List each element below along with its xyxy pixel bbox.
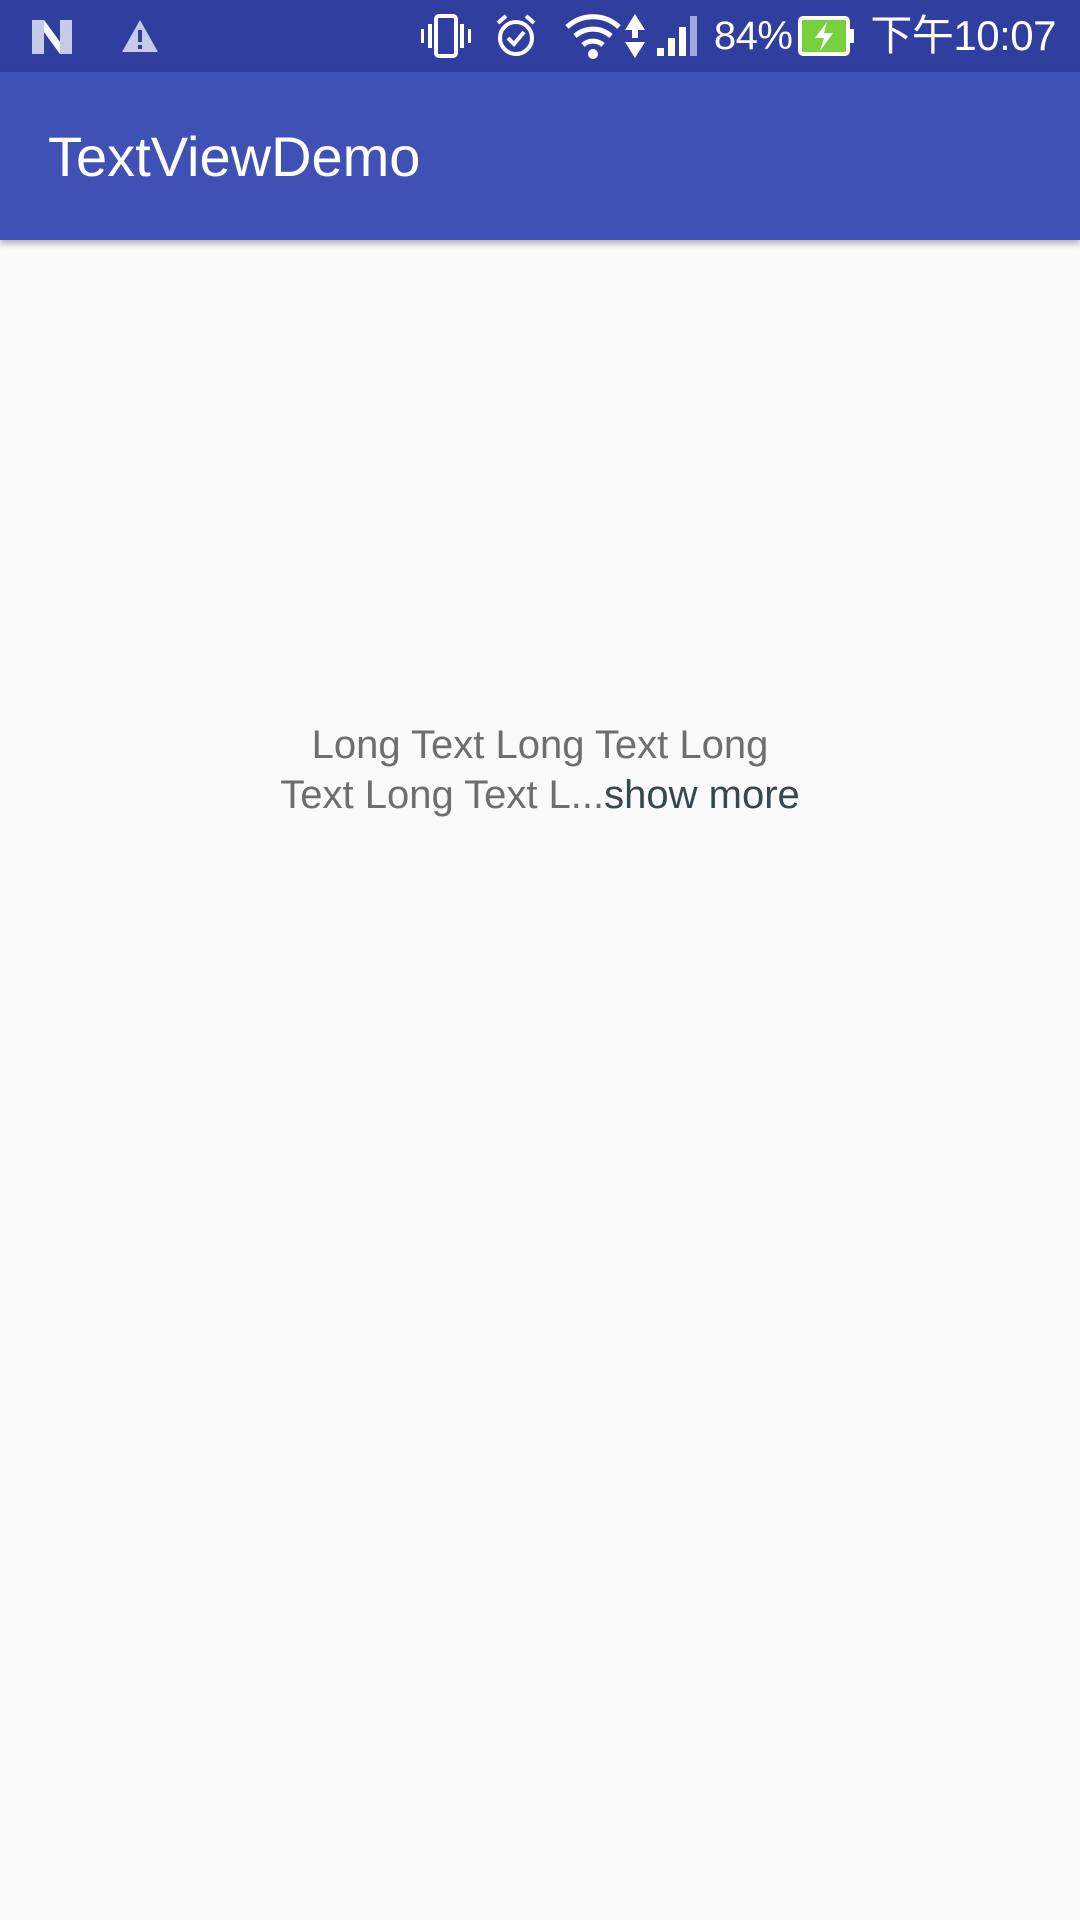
vibrate-icon (420, 14, 472, 58)
status-left-icons (30, 0, 160, 72)
text-line-1: Long Text Long Text Long (311, 723, 769, 767)
clock: 下午10:07 (870, 12, 1056, 59)
warning-icon (120, 18, 160, 54)
battery-charging-icon (798, 15, 856, 57)
show-more-link[interactable]: show more (604, 773, 800, 817)
signal-icon (656, 14, 700, 58)
status-bar: 84% 下午10:07 (0, 0, 1080, 72)
battery-percent: 84% (713, 14, 793, 58)
text-line-2-wrapper: Text Long Text L...show more (240, 770, 840, 820)
n-logo-icon (30, 16, 74, 56)
app-bar: TextViewDemo (0, 72, 1080, 240)
status-right-icons: 84% 下午10:07 (420, 0, 1056, 72)
data-arrows-icon (624, 12, 646, 60)
alarm-icon (494, 13, 538, 59)
expandable-text-view[interactable]: Long Text Long Text Long Text Long Text … (240, 720, 840, 820)
main-content: Long Text Long Text Long Text Long Text … (0, 240, 1080, 1920)
app-title: TextViewDemo (48, 125, 421, 188)
text-line-2: Text Long Text L... (280, 773, 605, 817)
wifi-icon (564, 13, 622, 59)
